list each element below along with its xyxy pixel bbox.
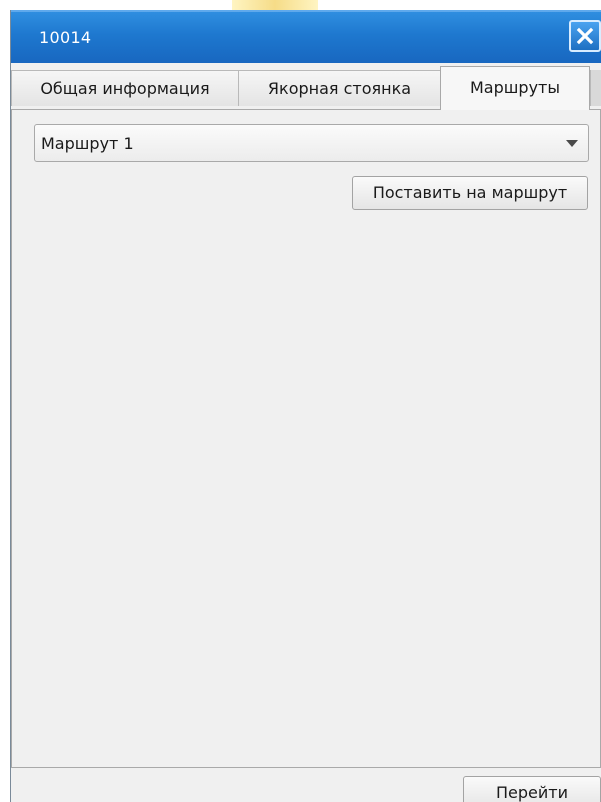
footer-bar: Перейти bbox=[11, 768, 601, 802]
route-select-value: Маршрут 1 bbox=[41, 134, 134, 153]
window-title: 10014 bbox=[39, 28, 92, 47]
chevron-down-icon bbox=[566, 140, 578, 147]
tab-routes[interactable]: Маршруты bbox=[440, 66, 590, 110]
go-button[interactable]: Перейти bbox=[463, 776, 601, 802]
dialog-window: 10014 Общая информация Якорная стоянка М… bbox=[10, 10, 601, 802]
route-select[interactable]: Маршрут 1 bbox=[34, 124, 589, 162]
screen: 10014 Общая информация Якорная стоянка М… bbox=[0, 0, 601, 802]
tab-anchorage[interactable]: Якорная стоянка bbox=[238, 70, 441, 106]
background-app-decoration bbox=[232, 0, 318, 10]
close-button[interactable] bbox=[569, 20, 601, 52]
tab-bar: Общая информация Якорная стоянка Маршрут… bbox=[11, 66, 601, 110]
title-bar[interactable]: 10014 bbox=[11, 10, 601, 63]
assign-route-button[interactable]: Поставить на маршрут bbox=[352, 176, 588, 210]
tab-general-info[interactable]: Общая информация bbox=[11, 70, 239, 106]
routes-panel: Маршрут 1 Поставить на маршрут bbox=[11, 109, 601, 768]
tab-strip-end bbox=[590, 70, 601, 106]
close-icon bbox=[576, 27, 594, 45]
